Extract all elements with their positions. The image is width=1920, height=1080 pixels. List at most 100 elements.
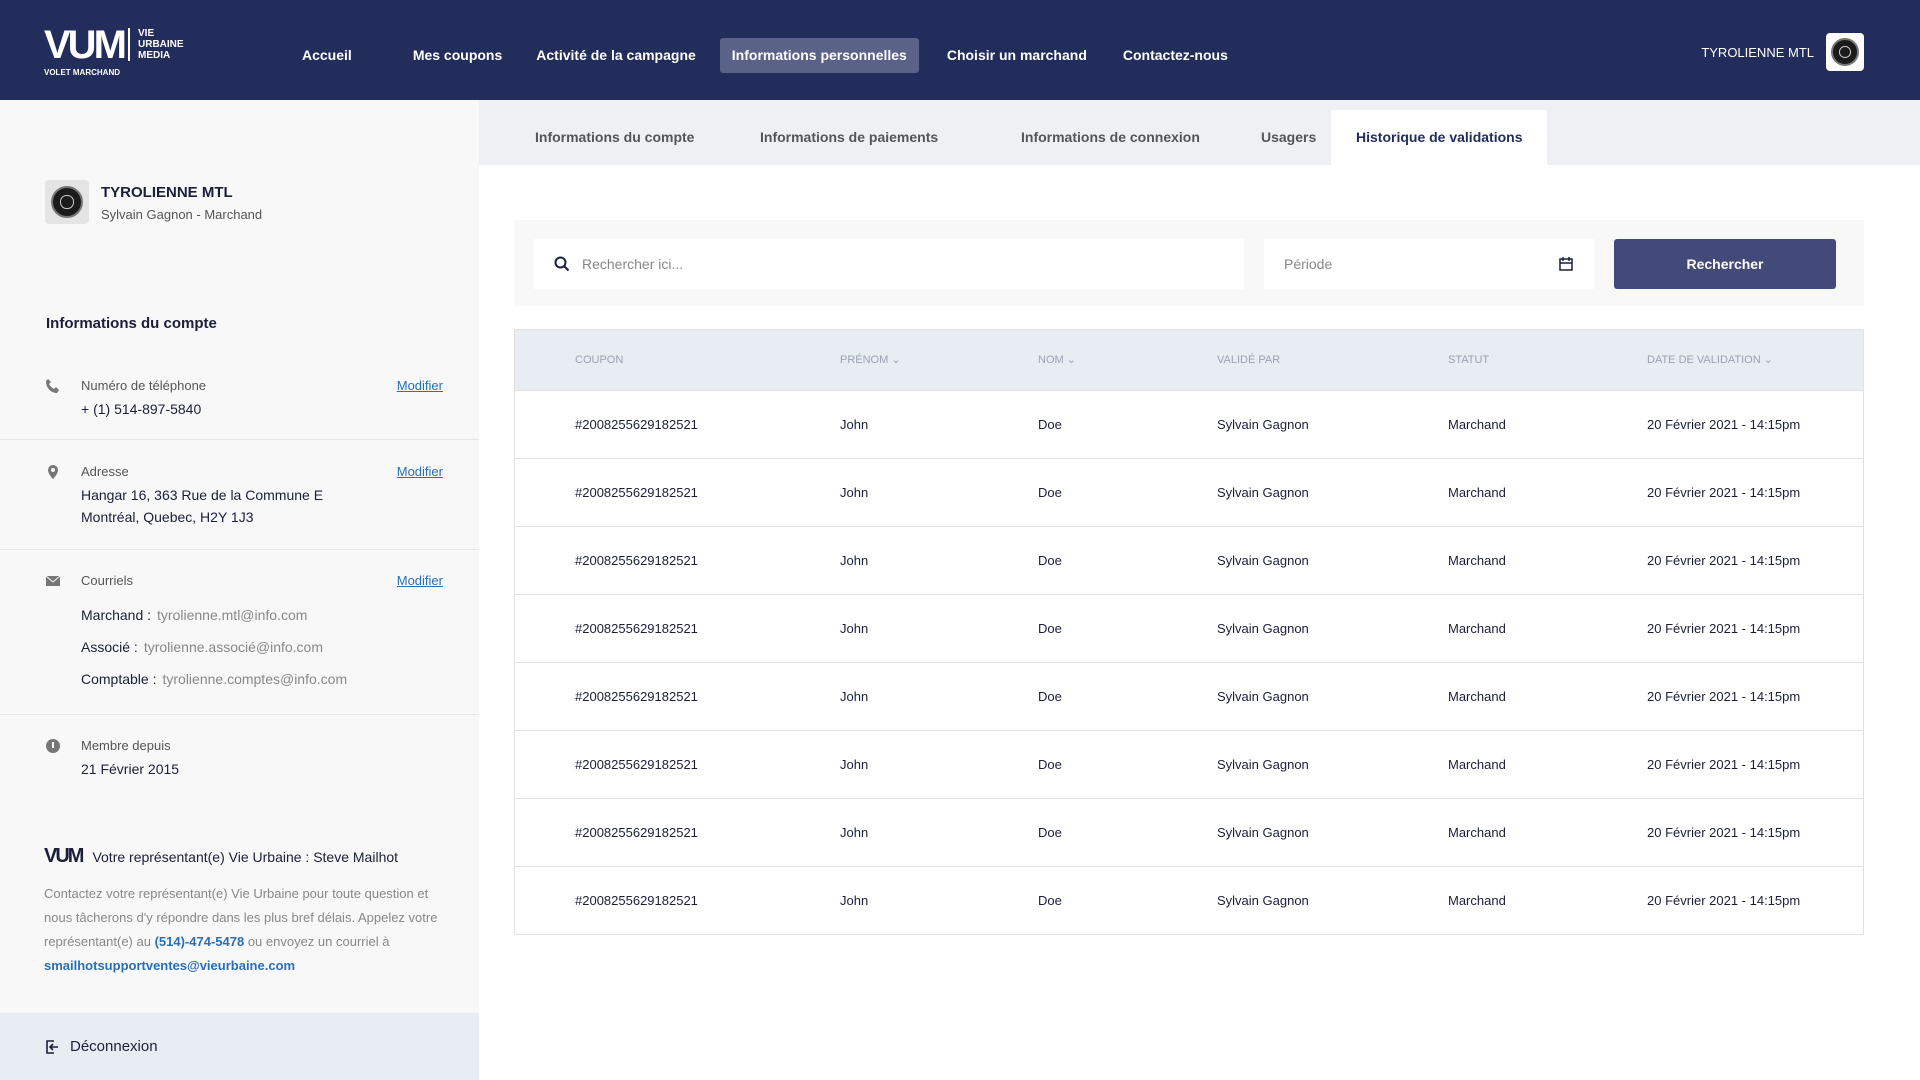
nav-informations-personnelles[interactable]: Informations personnelles (719, 38, 919, 73)
nav-accueil[interactable]: Accueil (290, 38, 364, 73)
cell-valide-par: Sylvain Gagnon (1217, 825, 1309, 840)
period-picker[interactable]: Période (1264, 239, 1594, 289)
validations-table: COUPON PRÉNOM ⌄ NOM ⌄ VALIDÉ PAR STATUT … (514, 329, 1864, 935)
merchant-badge-icon (51, 186, 83, 218)
cell-prenom: John (840, 757, 869, 772)
address-label: Adresse (81, 464, 129, 479)
nav-activite[interactable]: Activité de la campagne (524, 38, 708, 73)
tab-login-info[interactable]: Informations de connexion (996, 110, 1225, 165)
cell-prenom: John (840, 893, 869, 908)
cell-nom: Doe (1038, 757, 1062, 772)
email-merchant: Marchand : tyrolienne.mtl@info.com (81, 607, 308, 623)
cell-prenom: John (840, 553, 869, 568)
cell-prenom: John (840, 689, 869, 704)
cell-statut: Marchand (1448, 825, 1506, 840)
table-row[interactable]: #2008255629182521 John Doe Sylvain Gagnon Ma… (515, 730, 1863, 798)
cell-nom: Doe (1038, 553, 1062, 568)
cell-nom: Doe (1038, 485, 1062, 500)
search-icon (554, 256, 570, 272)
member-value: 21 Février 2015 (81, 761, 180, 777)
cell-date: 20 Février 2021 - 14:15pm (1647, 757, 1801, 772)
table-row[interactable]: #2008255629182521 John Doe Sylvain Gagnon Ma… (515, 594, 1863, 662)
cell-prenom: John (840, 417, 869, 432)
cell-statut: Marchand (1448, 553, 1506, 568)
phone-block: Numéro de téléphone + (1) 514-897-5840 M… (0, 376, 479, 440)
col-prenom[interactable]: PRÉNOM ⌄ (840, 330, 901, 390)
logout-button[interactable]: Déconnexion (0, 1013, 479, 1080)
col-date[interactable]: DATE DE VALIDATION ⌄ (1647, 330, 1773, 390)
search-placeholder: Rechercher ici... (582, 256, 684, 272)
search-panel: Rechercher ici... Période Rechercher (514, 220, 1864, 306)
cell-valide-par: Sylvain Gagnon (1217, 689, 1309, 704)
cell-prenom: John (840, 825, 869, 840)
chevron-down-icon: ⌄ (891, 354, 901, 366)
chevron-down-icon: ⌄ (1763, 354, 1773, 366)
logout-label: Déconnexion (70, 1038, 158, 1055)
modify-phone-link[interactable]: Modifier (397, 378, 443, 393)
cell-nom: Doe (1038, 689, 1062, 704)
cell-valide-par: Sylvain Gagnon (1217, 893, 1309, 908)
col-nom[interactable]: NOM ⌄ (1038, 330, 1076, 390)
cell-statut: Marchand (1448, 689, 1506, 704)
emails-block: Courriels Modifier Marchand : tyrolienne.… (0, 571, 479, 715)
nav-choisir-marchand[interactable]: Choisir un marchand (935, 38, 1099, 73)
cell-statut: Marchand (1448, 417, 1506, 432)
cell-coupon: #2008255629182521 (575, 417, 698, 432)
logout-icon (46, 1039, 58, 1054)
cell-coupon: #2008255629182521 (575, 893, 698, 908)
cell-valide-par: Sylvain Gagnon (1217, 757, 1309, 772)
nav-mes-coupons[interactable]: Mes coupons (401, 38, 514, 73)
table-header: COUPON PRÉNOM ⌄ NOM ⌄ VALIDÉ PAR STATUT … (515, 330, 1863, 390)
nav-contact[interactable]: Contactez-nous (1111, 38, 1240, 73)
cell-date: 20 Février 2021 - 14:15pm (1647, 553, 1801, 568)
modify-address-link[interactable]: Modifier (397, 464, 443, 479)
address-line-1: Hangar 16, 363 Rue de la Commune E (81, 487, 324, 503)
cell-nom: Doe (1038, 417, 1062, 432)
table-row[interactable]: #2008255629182521 John Doe Sylvain Gagnon Ma… (515, 798, 1863, 866)
main-nav: Accueil Mes coupons Activité de la campa… (290, 38, 1252, 73)
email-accountant: Comptable : tyrolienne.comptes@info.com (81, 671, 348, 687)
user-avatar[interactable] (1826, 33, 1864, 71)
user-menu[interactable]: TYROLIENNE MTL (1701, 33, 1864, 71)
brand-logo[interactable]: VUM VIE URBAINE MEDIA VOLET MARCHAND (44, 25, 184, 77)
table-row[interactable]: #2008255629182521 John Doe Sylvain Gagnon Ma… (515, 458, 1863, 526)
cell-date: 20 Février 2021 - 14:15pm (1647, 689, 1801, 704)
table-row[interactable]: #2008255629182521 John Doe Sylvain Gagnon Ma… (515, 390, 1863, 458)
rep-text: Contactez votre représentant(e) Vie Urba… (44, 886, 438, 973)
profile-role: Sylvain Gagnon - Marchand (101, 207, 263, 222)
cell-nom: Doe (1038, 621, 1062, 636)
tab-users[interactable]: Usagers (1236, 110, 1341, 165)
rep-email-link[interactable]: smailhotsupportventes@vieurbaine.com (44, 958, 295, 973)
table-row[interactable]: #2008255629182521 John Doe Sylvain Gagnon Ma… (515, 662, 1863, 730)
rep-phone-link[interactable]: (514)-474-5478 (155, 934, 245, 949)
brand-lines: VIE URBAINE MEDIA (128, 28, 198, 61)
cell-nom: Doe (1038, 825, 1062, 840)
col-valide-par: VALIDÉ PAR (1217, 354, 1281, 366)
cell-coupon: #2008255629182521 (575, 485, 698, 500)
col-statut: STATUT (1448, 354, 1490, 366)
cell-date: 20 Février 2021 - 14:15pm (1647, 485, 1801, 500)
emails-label: Courriels (81, 573, 134, 588)
search-button[interactable]: Rechercher (1614, 239, 1836, 289)
cell-statut: Marchand (1448, 621, 1506, 636)
table-row[interactable]: #2008255629182521 John Doe Sylvain Gagnon Ma… (515, 866, 1863, 934)
mail-icon (45, 575, 61, 586)
phone-value: + (1) 514-897-5840 (81, 401, 202, 417)
tab-validation-history[interactable]: Historique de validations (1331, 110, 1548, 165)
search-input[interactable]: Rechercher ici... (534, 239, 1244, 289)
cell-statut: Marchand (1448, 757, 1506, 772)
table-row[interactable]: #2008255629182521 John Doe Sylvain Gagnon Ma… (515, 526, 1863, 594)
calendar-icon[interactable] (1558, 256, 1574, 272)
info-icon (46, 739, 60, 753)
cell-date: 20 Février 2021 - 14:15pm (1647, 417, 1801, 432)
cell-nom: Doe (1038, 893, 1062, 908)
profile-name: TYROLIENNE MTL (101, 184, 233, 201)
cell-coupon: #2008255629182521 (575, 689, 698, 704)
tab-payment-info[interactable]: Informations de paiements (735, 110, 963, 165)
tab-account-info[interactable]: Informations du compte (510, 110, 719, 165)
cell-statut: Marchand (1448, 485, 1506, 500)
user-name: TYROLIENNE MTL (1701, 44, 1814, 60)
modify-emails-link[interactable]: Modifier (397, 573, 443, 588)
profile-card: TYROLIENNE MTL Sylvain Gagnon - Marchand (45, 180, 262, 224)
cell-coupon: #2008255629182521 (575, 621, 698, 636)
